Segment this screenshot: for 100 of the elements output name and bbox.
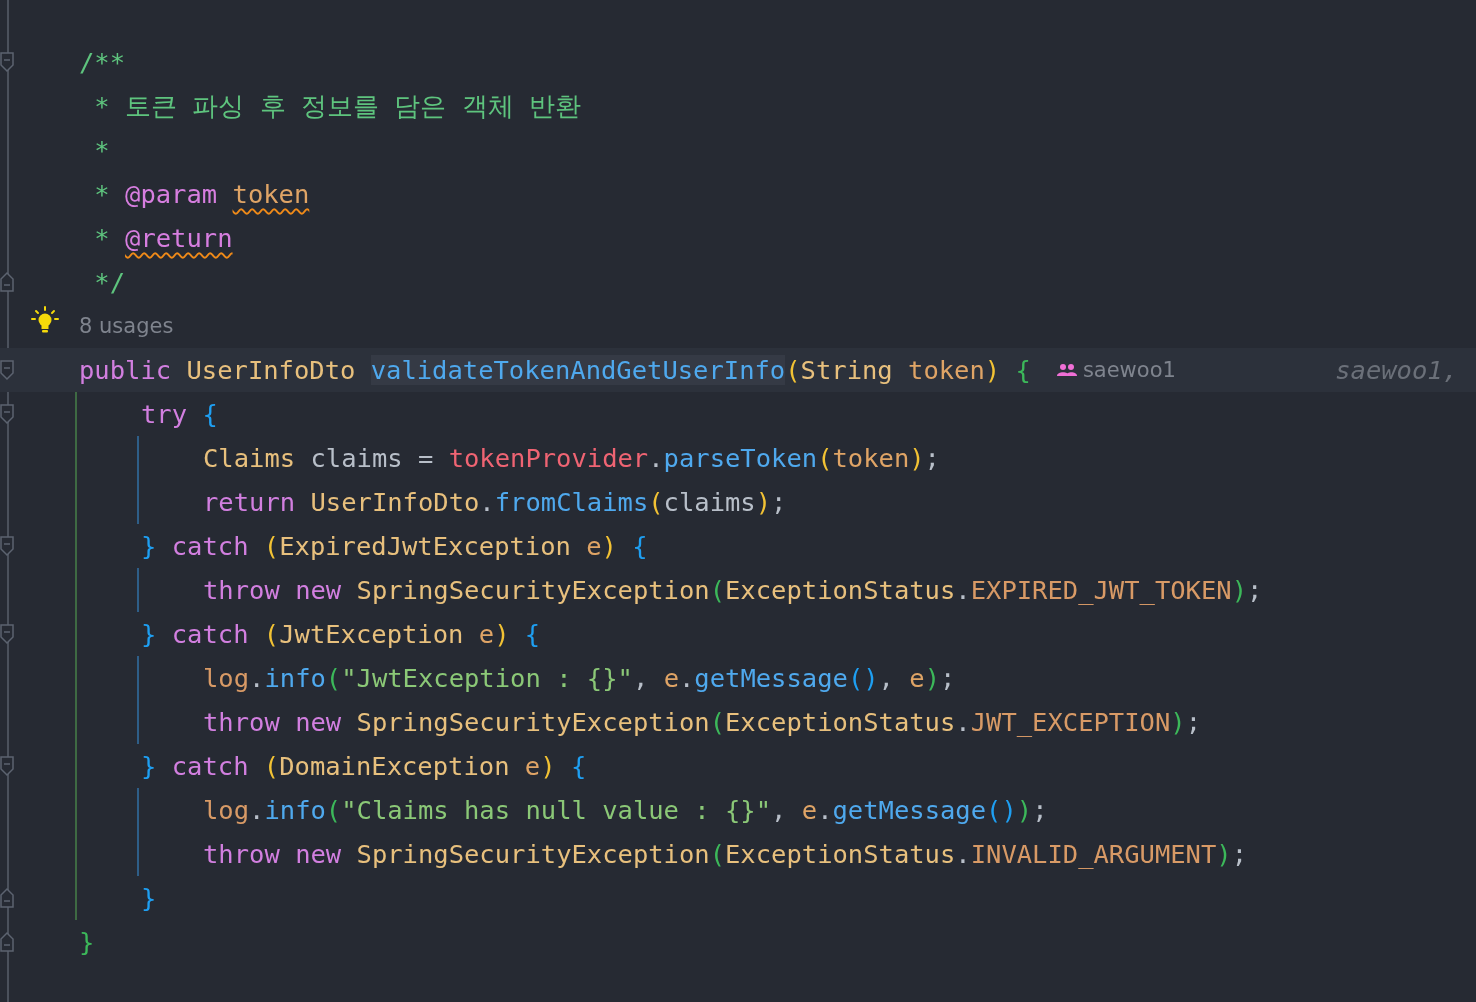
bracket: () [986, 795, 1017, 825]
fold-icon[interactable] [0, 887, 14, 909]
keyword: new [295, 839, 343, 869]
fold-icon[interactable] [0, 359, 14, 381]
code-text: . [955, 839, 971, 869]
type-name: SpringSecurityException [356, 839, 710, 869]
code-text: ; [1185, 707, 1201, 737]
type-name: String [800, 355, 894, 385]
code-text: . [955, 575, 971, 605]
code-text: ; [1032, 795, 1048, 825]
keyword: return [203, 487, 297, 517]
bracket: ) [1216, 839, 1232, 869]
method-name: info [264, 663, 326, 693]
bracket: } [141, 751, 158, 781]
doc-comment: * [93, 223, 111, 253]
parameter-name: e [801, 795, 818, 825]
keyword: new [295, 575, 343, 605]
code-text: ; [940, 663, 956, 693]
code-text: , [632, 663, 650, 693]
type-name: UserInfoDto [186, 355, 357, 385]
bracket: ) [601, 531, 617, 561]
bracket: { [523, 619, 541, 649]
method-name: info [264, 795, 326, 825]
code-text: . [479, 487, 495, 517]
method-name: parseToken [663, 443, 818, 473]
bracket: ( [709, 839, 725, 869]
bracket: { [569, 751, 587, 781]
bracket: ( [817, 443, 833, 473]
constant-name: JWT_EXCEPTION [970, 707, 1171, 737]
bracket: ( [263, 619, 280, 649]
constant-name: log [203, 663, 250, 693]
blame-annotation: saewoo1, [1335, 355, 1458, 385]
doc-comment: * [93, 135, 110, 165]
bracket: { [631, 531, 648, 561]
fold-icon[interactable] [0, 51, 14, 73]
code-text: claims = [310, 443, 435, 473]
lightbulb-icon[interactable] [29, 306, 60, 336]
bracket: ( [263, 751, 280, 781]
fold-icon[interactable] [0, 931, 14, 953]
bracket: ( [785, 355, 801, 385]
code-text: ; [771, 487, 787, 517]
method-name-highlighted: validateTokenAndGetUserInfo [370, 355, 786, 385]
code-text: ; [1247, 575, 1263, 605]
doc-comment: /** [79, 47, 126, 77]
keyword: catch [171, 531, 250, 561]
fold-icon[interactable] [0, 755, 14, 777]
doc-comment: * 토큰 파싱 후 정보를 담은 객체 반환 [93, 89, 582, 123]
fold-icon[interactable] [0, 535, 14, 557]
bracket: { [1014, 355, 1031, 385]
code-text: . [679, 663, 695, 693]
code-text: claims [663, 487, 756, 517]
bracket: ) [1170, 707, 1186, 737]
code-text: , [878, 663, 895, 693]
type-name: ExceptionStatus [725, 707, 956, 737]
type-name: ExceptionStatus [725, 575, 956, 605]
type-name: SpringSecurityException [356, 707, 710, 737]
bracket: } [141, 883, 157, 913]
bracket: ( [709, 707, 725, 737]
fold-icon[interactable] [0, 623, 14, 645]
bracket: ) [1016, 795, 1033, 825]
type-name: Claims [203, 443, 297, 473]
method-name: getMessage [832, 795, 987, 825]
bracket: ) [984, 355, 1001, 385]
parameter-name: e [478, 619, 495, 649]
string-literal: "Claims has null value : {}" [341, 795, 772, 825]
doc-tag: @return [125, 223, 233, 253]
fold-icon[interactable] [0, 403, 14, 425]
doc-comment: */ [93, 267, 126, 297]
code-text: . [648, 443, 664, 473]
bracket: ( [709, 575, 725, 605]
people-icon [1056, 363, 1077, 377]
type-name: SpringSecurityException [356, 575, 710, 605]
fold-icon[interactable] [0, 271, 14, 293]
keyword: throw [203, 839, 281, 869]
author-hint[interactable]: saewoo1 [1056, 358, 1176, 382]
type-name: ExceptionStatus [725, 839, 956, 869]
type-name: DomainException [279, 751, 511, 781]
type-name: ExpiredJwtException [279, 531, 572, 561]
bracket: ) [540, 751, 556, 781]
code-text: . [955, 707, 971, 737]
bracket: } [79, 927, 95, 957]
parameter-name: e [524, 751, 541, 781]
parameter-name: token [908, 355, 985, 385]
parameter-name: e [909, 663, 925, 693]
parameter-name: token [232, 179, 310, 209]
constant-name: INVALID_ARGUMENT [970, 839, 1217, 869]
code-text: , [771, 795, 788, 825]
bracket: ( [263, 531, 280, 561]
bracket: ) [494, 619, 510, 649]
usages-hint[interactable]: 8 usages [75, 314, 174, 338]
method-name: getMessage [694, 663, 848, 693]
bracket: ( [325, 795, 342, 825]
keyword: throw [203, 707, 281, 737]
bracket: { [202, 399, 218, 429]
keyword: try [141, 399, 189, 429]
keyword: catch [171, 619, 250, 649]
code-text: ; [1231, 839, 1248, 869]
type-name: JwtException [279, 619, 465, 649]
author-name: saewoo1 [1082, 358, 1176, 382]
constant-name: EXPIRED_JWT_TOKEN [970, 575, 1232, 605]
